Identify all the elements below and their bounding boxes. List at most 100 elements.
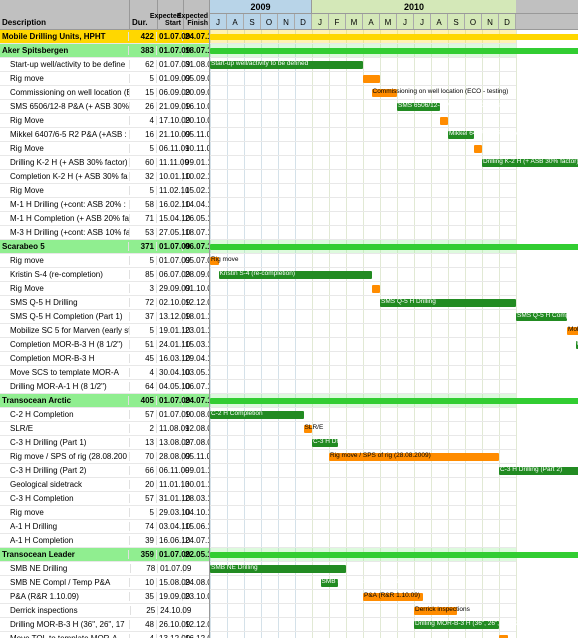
cell-desc-31: C-3 H Drilling (Part 2) <box>8 466 130 475</box>
cell-desc-2: Start-up well/activity to be define <box>8 60 130 69</box>
gantt-row-42: Drilling MOR-B-3 H (36", 26", 17 1/2", 1… <box>210 618 516 632</box>
table-row-18: Rig Move329.09.0901.10.09 <box>0 282 209 296</box>
cell-desc-38: SMB NE Drilling <box>8 564 131 573</box>
table-row-27: C-2 H Completion5701.07.0910.08.09 <box>0 408 209 422</box>
cell-start-34: 29.03.10 <box>157 508 183 517</box>
gantt-bar-15 <box>210 244 578 250</box>
cell-desc-34: Rig move <box>8 508 130 517</box>
gantt-bar-3 <box>363 75 380 83</box>
cell-dur-17: 85 <box>130 270 157 279</box>
cell-finish-22: 15.03.10 <box>183 340 209 349</box>
cell-dur-32: 20 <box>130 480 157 489</box>
cell-dur-26: 405 <box>129 396 157 405</box>
cell-desc-18: Rig Move <box>8 284 130 293</box>
gantt-row-13 <box>210 212 516 226</box>
cell-start-11: 11.02.10 <box>157 186 183 195</box>
cell-start-30: 28.08.09 <box>157 452 183 461</box>
table-row-21: Mobilize SC 5 for Marven (early st519.01… <box>0 324 209 338</box>
cell-start-12: 16.02.10 <box>157 200 183 209</box>
cell-dur-23: 45 <box>130 354 157 363</box>
table-row-22: Completion MOR-B-3 H (8 1/2")5124.01.101… <box>0 338 209 352</box>
right-body-scroll[interactable]: Start-up well/activity to be definedComm… <box>210 30 578 638</box>
gantt-row-30: Rig move / SPS of rig (28.08.2009) <box>210 450 516 464</box>
cell-desc-14: M-3 H Drilling (+cont: ASB 10% fa <box>8 228 130 237</box>
cell-desc-27: C-2 H Completion <box>8 410 130 419</box>
cell-start-19: 02.10.09 <box>157 298 183 307</box>
gantt-bar-1 <box>210 48 578 54</box>
cell-start-36: 16.06.10 <box>157 536 183 545</box>
cell-finish-13: 26.05.10 <box>183 214 209 223</box>
gantt-row-26 <box>210 394 516 408</box>
cell-start-29: 13.08.09 <box>157 438 183 447</box>
gantt-label-28: SLR/E <box>305 424 324 431</box>
table-row-40: P&A (R&R 1.10.09)3519.09.0923.10.09 <box>0 590 209 604</box>
gantt-row-8 <box>210 142 516 156</box>
table-row-0: Mobile Drilling Units, HPHT42201.07.0924… <box>0 30 209 44</box>
cell-desc-43: Move TOL to template MOR-A <box>8 634 130 638</box>
cell-finish-21: 23.01.10 <box>183 326 209 335</box>
cell-dur-4: 15 <box>130 88 157 97</box>
cell-desc-12: M-1 H Drilling (+cont: ASB 20% : <box>8 200 130 209</box>
cell-finish-28: 12.08.09 <box>183 424 209 433</box>
cell-dur-24: 4 <box>130 368 157 377</box>
cell-desc-29: C-3 H Drilling (Part 1) <box>8 438 130 447</box>
cell-start-10: 10.01.10 <box>157 172 183 181</box>
cell-start-20: 13.12.09 <box>157 312 183 321</box>
cell-finish-17: 28.09.09 <box>183 270 209 279</box>
table-row-6: Rig Move417.10.0920.10.09 <box>0 114 209 128</box>
gantt-row-37 <box>210 548 516 562</box>
left-body-scroll: Mobile Drilling Units, HPHT42201.07.0924… <box>0 30 209 638</box>
gantt-row-43 <box>210 632 516 638</box>
cell-start-15: 01.07.09 <box>157 242 183 251</box>
cell-start-39: 15.08.09 <box>157 578 183 587</box>
gantt-row-12: M-1 H Drilling (+ <box>210 198 516 212</box>
cell-start-26: 01.07.09 <box>157 396 183 405</box>
cell-start-24: 30.04.10 <box>157 368 183 377</box>
gantt-row-6 <box>210 114 516 128</box>
gantt-row-17: Kristin S-4 (re-completion) <box>210 268 516 282</box>
gantt-label-7: Mikkel 6407/6-5 R2 P&A (+ASB 30% factor) <box>449 130 575 137</box>
cell-desc-9: Drilling K-2 H (+ ASB 30% factor) <box>8 158 130 167</box>
cell-finish-19: 12.12.09 <box>183 298 209 307</box>
table-row-36: A-1 H Completion3916.06.1024.07.10 <box>0 534 209 548</box>
grid-line-18 <box>516 30 517 638</box>
cell-finish-1: 18.07.10 <box>183 46 209 55</box>
table-row-15: Scarabeo 537101.07.0906.07.10 <box>0 240 209 254</box>
cell-finish-6: 20.10.09 <box>183 116 209 125</box>
cell-finish-8: 10.11.09 <box>183 144 209 153</box>
cell-dur-12: 58 <box>130 200 157 209</box>
cell-desc-7: Mikkel 6407/6-5 R2 P&A (+ASB : <box>8 130 130 139</box>
cell-finish-20: 18.01.10 <box>183 312 209 321</box>
cell-dur-37: 359 <box>129 550 157 559</box>
cell-dur-20: 37 <box>130 312 157 321</box>
cell-desc-6: Rig Move <box>8 116 130 125</box>
cell-finish-0: 24.07.10 <box>183 32 209 41</box>
cell-dur-10: 32 <box>130 172 157 181</box>
right-body-new[interactable]: Start-up well/activity to be definedComm… <box>210 30 578 638</box>
cell-finish-4: 20.09.09 <box>183 88 209 97</box>
gantt-label-16: Rig move <box>211 256 238 263</box>
gantt-row-35 <box>210 520 516 534</box>
gantt-label-20: SMS Q-5 H Completion (Part 1) <box>517 312 578 319</box>
cell-start-28: 11.08.09 <box>157 424 183 433</box>
gantt-label-30: Rig move / SPS of rig (28.08.2009) <box>330 452 431 459</box>
table-row-19: SMS Q-5 H Drilling7202.10.0912.12.09 <box>0 296 209 310</box>
gantt-label-29: C-3 H Drilling (Part 1) <box>313 438 375 445</box>
table-row-3: Rig move501.09.0905.09.09 <box>0 72 209 86</box>
cell-finish-24: 03.05.10 <box>183 368 209 377</box>
gantt-row-4: Commissioning on well location (ECO - te… <box>210 86 516 100</box>
table-row-33: C-3 H Completion5731.01.1028.03.10 <box>0 492 209 506</box>
table-row-13: M-1 H Completion (+ ASB 20% fa7115.04.10… <box>0 212 209 226</box>
cell-finish-9: 09.01.10 <box>183 158 209 167</box>
gantt-bar-37 <box>210 552 578 558</box>
gantt-label-21: Mobilize SC 5 for Marven (early starting… <box>568 326 578 333</box>
gantt-row-11 <box>210 184 516 198</box>
table-row-37: Transocean Leader35901.07.0922.05.10 <box>0 548 209 562</box>
gantt-row-38: SMB NE Drilling <box>210 562 516 576</box>
table-row-38: SMB NE Drilling7801.07.09 <box>0 562 209 576</box>
cell-start-23: 16.03.10 <box>157 354 183 363</box>
cell-start-35: 03.04.10 <box>157 522 183 531</box>
table-row-26: Transocean Arctic40501.07.0924.07.10 <box>0 394 209 408</box>
cell-finish-33: 28.03.10 <box>183 494 209 503</box>
gantt-label-5: SMS 6506/12-8 P&A (+ ASB 30% factor) <box>398 102 515 109</box>
